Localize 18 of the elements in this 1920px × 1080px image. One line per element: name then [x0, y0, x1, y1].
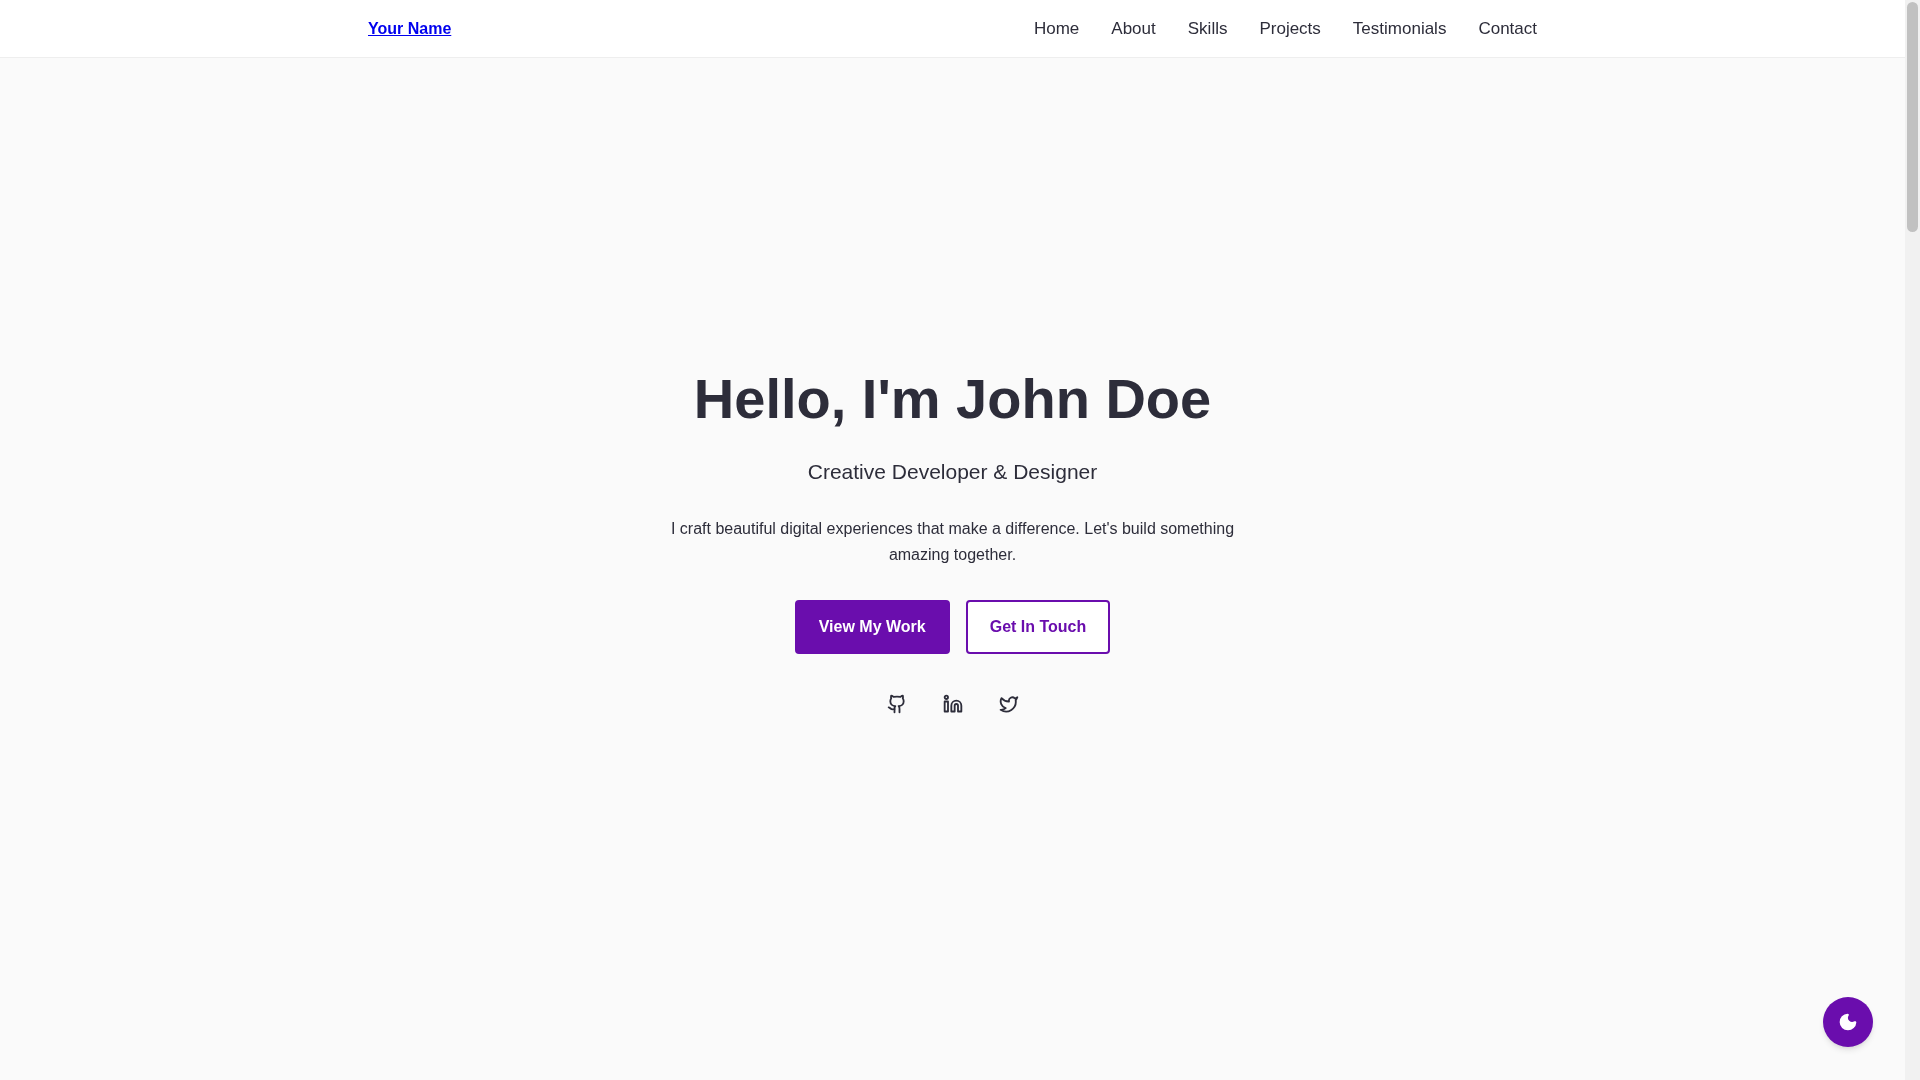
hero-description: I craft beautiful digital experiences that make a difference. Let's build something amazing together.: [669, 518, 1236, 565]
nav-link[interactable]: About: [1111, 15, 1156, 42]
moon-icon: [1838, 1012, 1858, 1032]
nav-link[interactable]: Home: [1033, 15, 1080, 42]
github-icon[interactable]: [886, 693, 907, 714]
nav-link[interactable]: Projects: [1259, 15, 1321, 42]
nav-link[interactable]: Testimonials: [1352, 15, 1447, 42]
hero-title: Hello, I'm John Doe: [693, 366, 1212, 433]
twitter-icon[interactable]: [998, 693, 1019, 714]
brand-link[interactable]: Your Name: [368, 16, 452, 41]
scrollbar[interactable]: [1905, 0, 1920, 1080]
contact-button[interactable]: Get In Touch: [965, 599, 1111, 654]
view-work-button[interactable]: View My Work: [794, 599, 950, 654]
nav-link[interactable]: Contact: [1478, 15, 1537, 42]
theme-toggle-button[interactable]: [1823, 997, 1873, 1047]
nav-link[interactable]: Skills: [1187, 15, 1228, 42]
linkedin-icon[interactable]: [942, 693, 963, 714]
hero-subtitle: Creative Developer & Designer: [807, 459, 1098, 486]
